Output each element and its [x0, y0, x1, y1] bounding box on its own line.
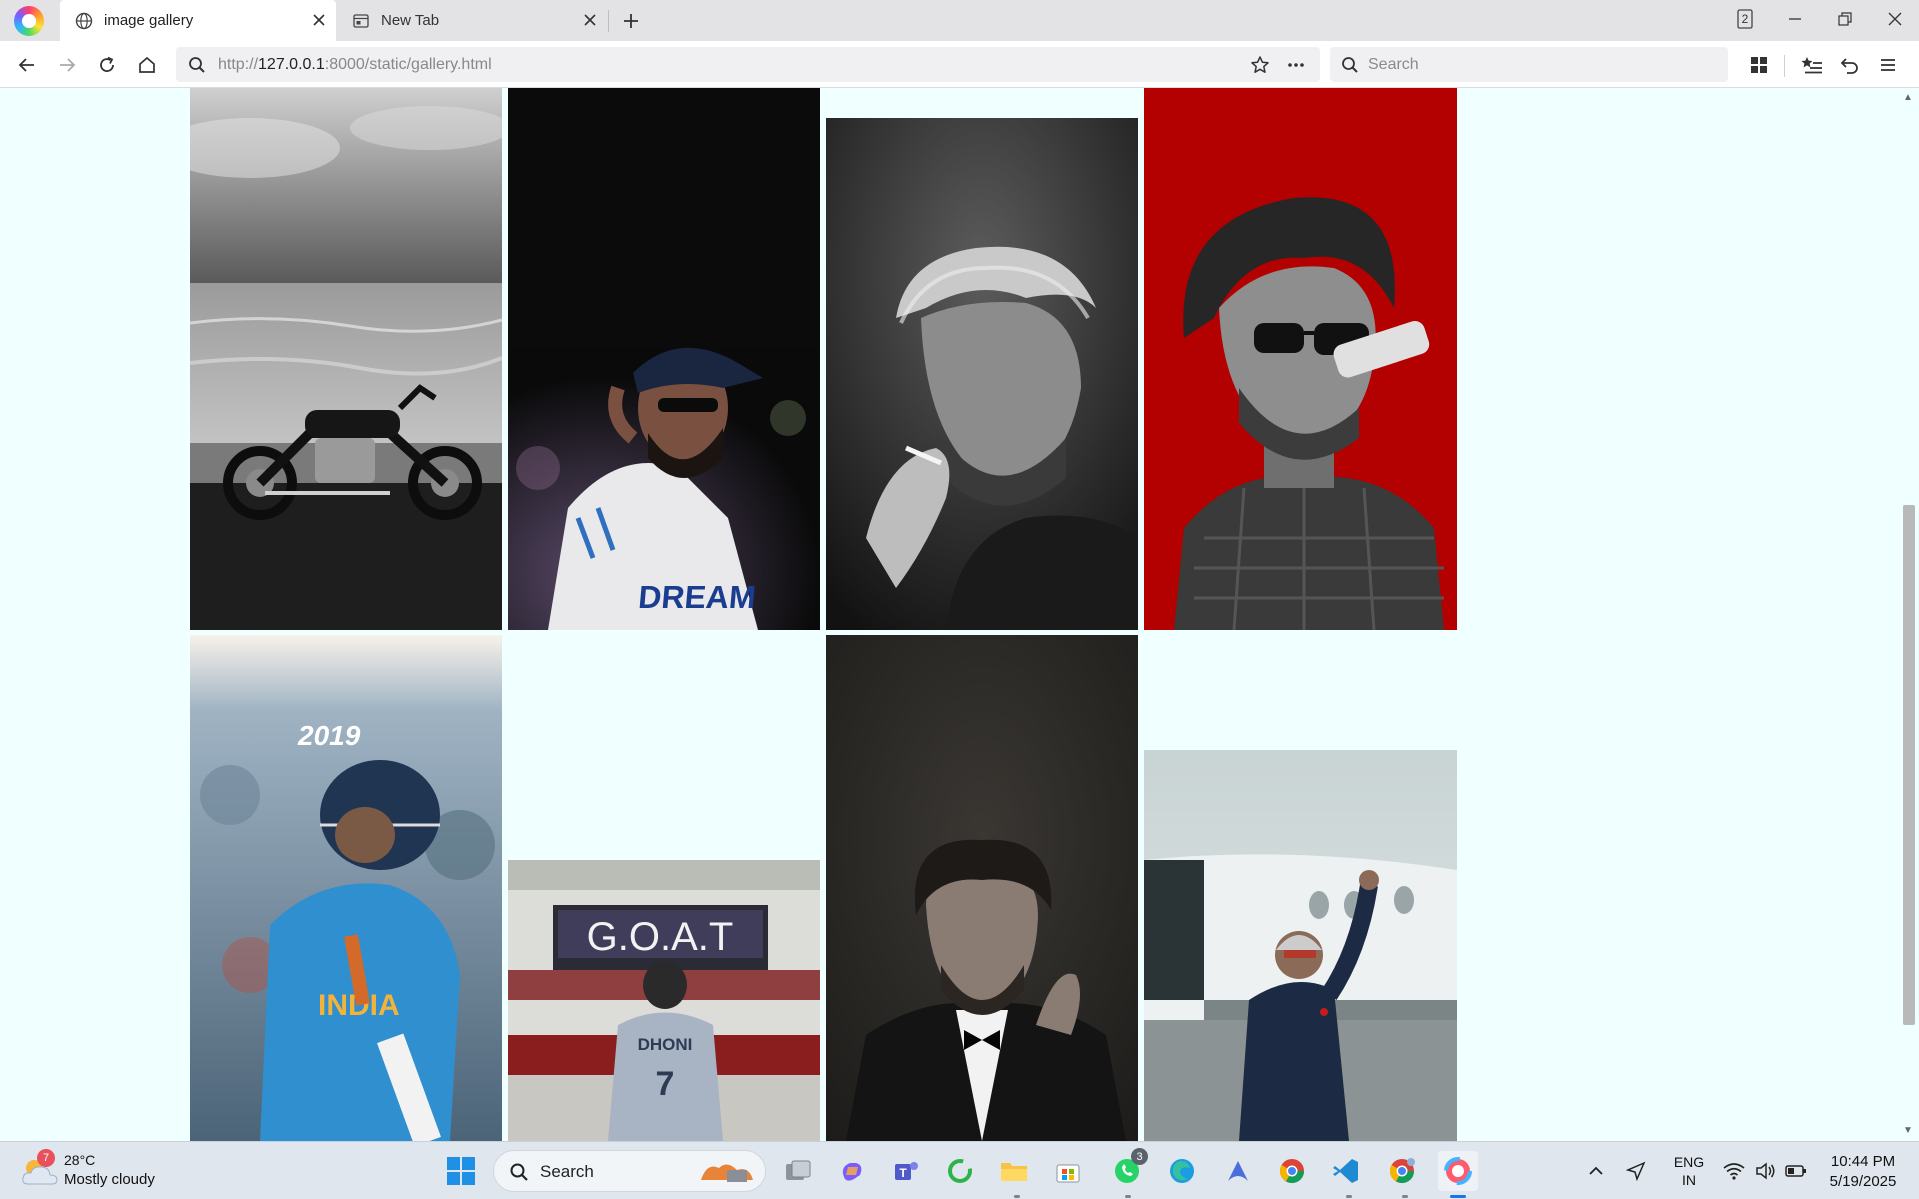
goat-dhoni-photo[interactable]: G.O.A.T DHONI 7: [508, 860, 820, 1141]
url-scheme: http://: [218, 56, 259, 73]
restore-button[interactable]: [1830, 6, 1860, 32]
url-path: :8000/static/gallery.html: [324, 56, 492, 73]
whatsapp-icon[interactable]: 3: [1110, 1148, 1148, 1189]
close-tab-icon[interactable]: [310, 11, 328, 29]
running-indicator: [1450, 1195, 1466, 1198]
tab-bar: image gallery New Tab 2: [0, 0, 1919, 41]
search-highlight-icon: [701, 1164, 753, 1182]
toolbar-divider: [1784, 55, 1785, 77]
tab-title: New Tab: [381, 12, 440, 29]
taskbar-search-label: Search: [540, 1162, 594, 1181]
newtab-icon: [352, 12, 370, 30]
home-button[interactable]: [133, 51, 161, 79]
goat-sign-text: G.O.A.T: [587, 915, 734, 959]
windows-start-icon[interactable]: [443, 1153, 479, 1189]
scrollbar-thumb[interactable]: [1903, 505, 1915, 1025]
file-explorer-icon[interactable]: [996, 1153, 1032, 1189]
weather-temperature: 28°C: [64, 1152, 96, 1168]
man-waving-by-plane-photo[interactable]: [1144, 750, 1457, 1141]
tab-title: image gallery: [104, 12, 194, 29]
taskbar-search-box[interactable]: Search: [493, 1150, 766, 1192]
svg-text:T: T: [899, 1166, 907, 1180]
active-browser-icon[interactable]: [1438, 1151, 1478, 1191]
motorcycle-by-sea-photo[interactable]: [190, 88, 502, 630]
apps-grid-icon[interactable]: [1745, 51, 1773, 79]
favorites-list-icon[interactable]: [1798, 51, 1826, 79]
tab-separator: [608, 10, 609, 32]
circular-app-icon[interactable]: [942, 1153, 978, 1189]
close-tab-icon[interactable]: [581, 11, 599, 29]
globe-icon: [75, 12, 93, 30]
tab-new-tab[interactable]: New Tab: [337, 0, 607, 41]
search-placeholder: Search: [1368, 56, 1419, 73]
page-viewport: DREAM 2019 INDIA G.O.A.T DHONI 7: [0, 88, 1900, 1141]
show-hidden-icons-chevron-icon[interactable]: [1584, 1153, 1608, 1189]
arc-app-icon[interactable]: [1220, 1153, 1256, 1189]
language-indicator[interactable]: ENG IN: [1664, 1153, 1714, 1189]
search-icon: [188, 56, 206, 79]
minimize-button[interactable]: [1780, 6, 1810, 32]
back-button[interactable]: [13, 51, 41, 79]
location-icon[interactable]: [1622, 1153, 1650, 1189]
teams-icon[interactable]: T: [888, 1153, 924, 1189]
weather-widget[interactable]: 7 28°C Mostly cloudy: [20, 1149, 190, 1192]
copilot-icon[interactable]: [834, 1153, 870, 1189]
chrome-profile-icon[interactable]: [1384, 1153, 1420, 1189]
search-icon: [1341, 56, 1359, 79]
smoking-man-portrait[interactable]: [826, 118, 1138, 630]
scroll-down-arrow-icon[interactable]: ▼: [1903, 1125, 1913, 1136]
scroll-up-arrow-icon[interactable]: ▲: [1903, 92, 1913, 103]
weather-condition: Mostly cloudy: [64, 1171, 155, 1188]
undo-icon[interactable]: [1836, 51, 1864, 79]
forward-button[interactable]: [53, 51, 81, 79]
browser-logo-icon[interactable]: [14, 6, 44, 36]
clock-date: 5/19/2025: [1829, 1173, 1897, 1190]
vscode-icon[interactable]: [1328, 1153, 1364, 1189]
menu-icon[interactable]: [1874, 51, 1902, 79]
svg-text:DREAM: DREAM: [637, 579, 757, 615]
whatsapp-badge: 3: [1131, 1148, 1148, 1165]
language-code: ENG: [1673, 1154, 1705, 1170]
battery-icon[interactable]: [1782, 1153, 1810, 1189]
task-view-icon[interactable]: [780, 1153, 816, 1189]
search-icon: [509, 1162, 529, 1187]
reload-button[interactable]: [93, 51, 121, 79]
running-indicator: [1125, 1195, 1131, 1198]
running-indicator: [1346, 1195, 1352, 1198]
bookmark-star-icon[interactable]: [1250, 55, 1270, 80]
chrome-icon[interactable]: [1274, 1153, 1310, 1189]
edge-browser-icon[interactable]: [1164, 1153, 1200, 1189]
navigation-bar: http://127.0.0.1:8000/static/gallery.htm…: [0, 41, 1919, 88]
url-host: 127.0.0.1: [258, 56, 325, 73]
tab-counter-button[interactable]: 2: [1730, 6, 1760, 32]
address-bar[interactable]: http://127.0.0.1:8000/static/gallery.htm…: [176, 47, 1320, 82]
url-text[interactable]: http://127.0.0.1:8000/static/gallery.htm…: [218, 56, 492, 74]
jersey-number-text: 7: [656, 1065, 675, 1103]
running-indicator: [1014, 1195, 1020, 1198]
new-tab-button[interactable]: [618, 8, 644, 34]
running-indicator: [1402, 1195, 1408, 1198]
overlay-2019-text: 2019: [297, 720, 361, 751]
clock[interactable]: 10:44 PM 5/19/2025: [1818, 1152, 1908, 1192]
search-bar[interactable]: Search: [1330, 47, 1728, 82]
weather-alert-badge: 7: [37, 1149, 55, 1167]
close-window-button[interactable]: [1880, 6, 1910, 32]
illustrated-man-red-background[interactable]: [1144, 88, 1457, 630]
volume-icon[interactable]: [1752, 1153, 1780, 1189]
wifi-icon[interactable]: [1720, 1153, 1748, 1189]
cricketer-cap-photo[interactable]: DREAM: [508, 88, 820, 630]
more-options-icon[interactable]: [1286, 55, 1306, 80]
cricketer-2019-photo[interactable]: 2019 INDIA: [190, 635, 502, 1141]
microsoft-store-icon[interactable]: [1050, 1153, 1086, 1189]
man-in-tuxedo-portrait[interactable]: [826, 635, 1138, 1141]
tab-count: 2: [1741, 12, 1749, 26]
language-region: IN: [1682, 1172, 1696, 1188]
windows-taskbar: 7 28°C Mostly cloudy Search T 3 ENG IN 1…: [0, 1141, 1919, 1199]
tab-image-gallery[interactable]: image gallery: [60, 0, 336, 41]
jersey-dhoni-text: DHONI: [638, 1035, 693, 1054]
clock-time: 10:44 PM: [1830, 1153, 1896, 1170]
